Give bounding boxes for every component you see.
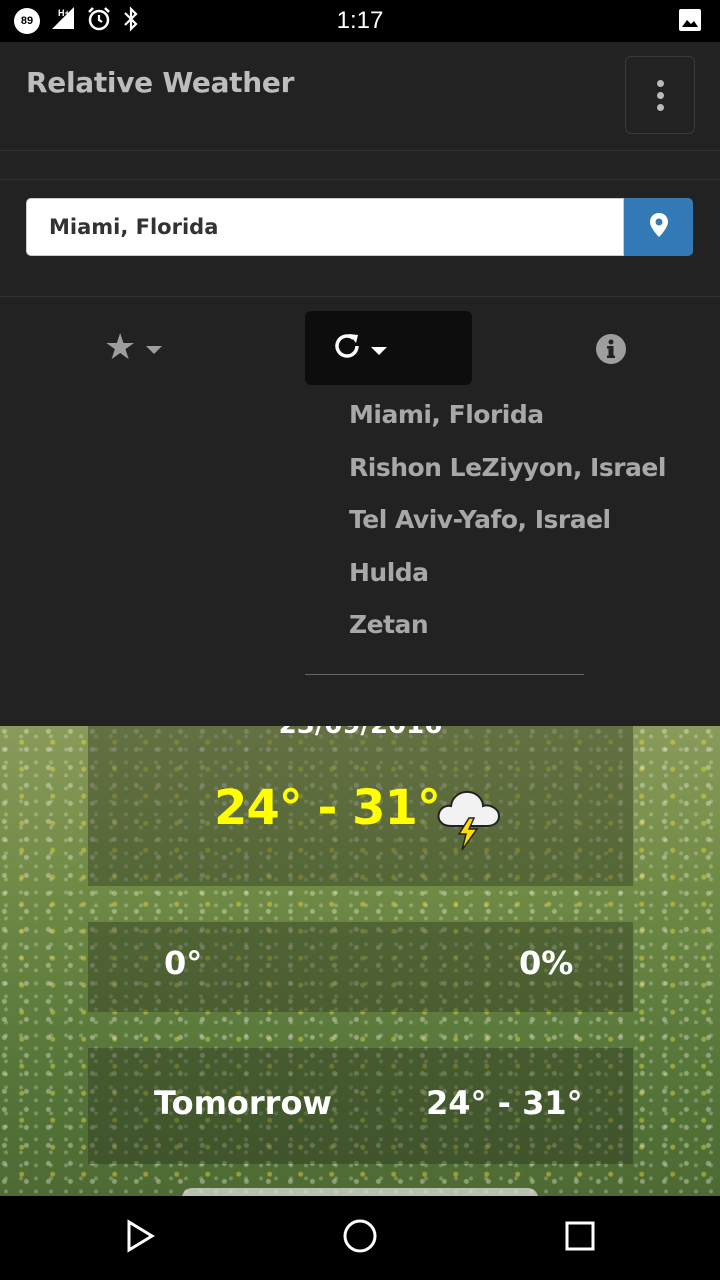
app-bar: Relative Weather: [0, 42, 720, 151]
metric-right-value: 0%: [519, 944, 574, 982]
favorites-button[interactable]: ★: [104, 325, 163, 369]
more-vert-dot: [656, 103, 664, 111]
app-title: Relative Weather: [26, 66, 295, 99]
today-card: 23/09/2016 24° - 31°: [88, 726, 633, 886]
caret-down-icon: [146, 346, 163, 354]
tomorrow-label: Tomorrow: [154, 1084, 332, 1122]
more-vert-dot: [656, 91, 664, 99]
weather-content: 23/09/2016 24° - 31° 0° 0% Tomorrow 24° …: [0, 726, 720, 1196]
more-options-button[interactable]: [625, 56, 695, 134]
back-icon: [124, 1218, 156, 1258]
header-divider: [0, 151, 720, 180]
map-marker-icon: [649, 212, 669, 243]
location-search-input[interactable]: [26, 198, 624, 256]
tomorrow-card: Tomorrow 24° - 31°: [88, 1048, 633, 1164]
bottom-handle: [182, 1188, 538, 1196]
tomorrow-temperature-range: 24° - 31°: [426, 1084, 583, 1122]
search-area: [0, 180, 720, 297]
recents-button[interactable]: [558, 1216, 602, 1260]
home-button[interactable]: [338, 1216, 382, 1260]
system-nav-bar: [0, 1196, 720, 1280]
dropdown-item[interactable]: Rishon LeZiyyon, Israel: [305, 442, 666, 495]
today-temperature-range: 24° - 31°: [214, 780, 441, 836]
image-icon: [678, 8, 702, 37]
dropdown-item[interactable]: Tel Aviv-Yafo, Israel: [305, 494, 611, 547]
toolbar-panel: ★ Miami, Florida Rishon LeZiyyon, Israel…: [0, 297, 720, 726]
refresh-icon: [331, 330, 363, 367]
recents-icon: [564, 1220, 596, 1257]
recent-locations-menu: Miami, Florida Rishon LeZiyyon, Israel T…: [305, 389, 666, 652]
dropdown-item[interactable]: Miami, Florida: [305, 389, 585, 442]
metrics-card: 0° 0%: [88, 922, 633, 1012]
dropdown-item[interactable]: Hulda: [305, 547, 585, 600]
more-vert-icon: [656, 79, 664, 87]
info-button[interactable]: [595, 333, 627, 370]
thunderstorm-icon: [433, 782, 505, 857]
dropdown-divider: [305, 674, 584, 675]
status-bar: 89 H+ 1:17: [0, 0, 720, 42]
locate-button[interactable]: [624, 198, 693, 256]
home-icon: [342, 1218, 378, 1259]
caret-down-icon: [371, 347, 387, 355]
forecast-date: 23/09/2016: [88, 726, 633, 740]
info-icon: [595, 334, 627, 369]
clock: 1:17: [336, 7, 384, 34]
star-icon: ★: [104, 326, 137, 367]
dropdown-item[interactable]: Zetan: [305, 599, 585, 652]
back-button[interactable]: [118, 1216, 162, 1260]
metric-left-value: 0°: [164, 944, 203, 982]
refresh-button[interactable]: [305, 311, 472, 385]
